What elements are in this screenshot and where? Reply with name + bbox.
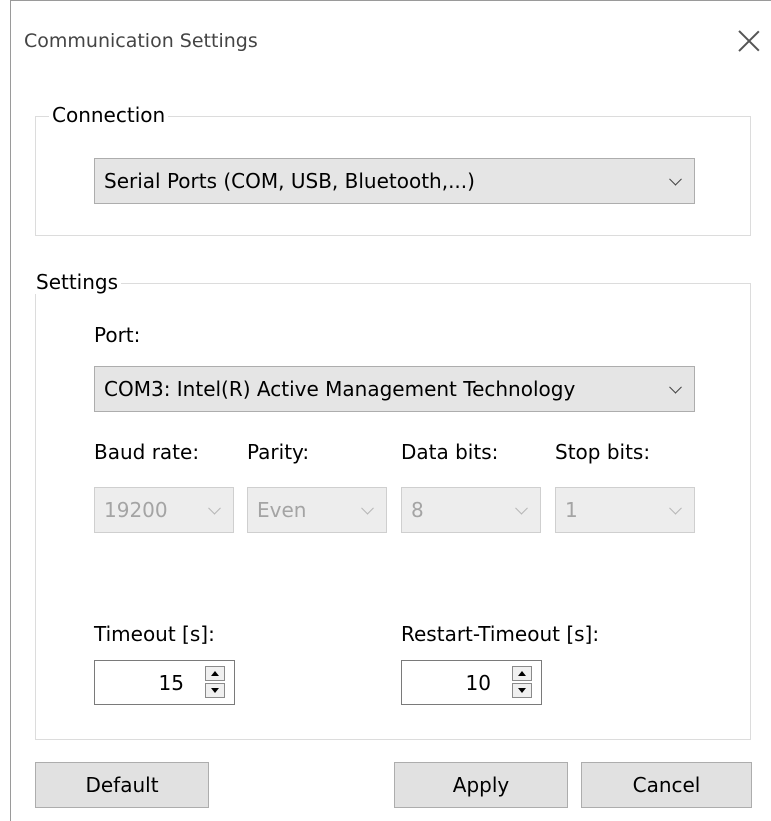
spin-up-icon[interactable] [205,666,225,681]
spin-down-icon[interactable] [512,683,532,698]
default-button[interactable]: Default [35,762,209,808]
stop-bits-value: 1 [565,498,578,522]
baud-rate-value: 19200 [104,498,168,522]
restart-timeout-stepper[interactable]: 10 [401,660,542,705]
restart-timeout-stepper-buttons [512,666,534,700]
apply-button[interactable]: Apply [394,762,568,808]
data-bits-value: 8 [411,498,424,522]
chevron-down-icon [515,501,528,515]
data-bits-select[interactable]: 8 [401,487,541,533]
parity-label: Parity: [247,440,310,464]
communication-settings-dialog: Communication Settings Connection Serial… [0,0,771,821]
port-label: Port: [94,323,141,347]
apply-button-label: Apply [452,773,510,797]
chevron-down-icon [669,380,682,394]
default-button-label: Default [85,773,159,797]
chevron-down-icon [361,501,374,515]
dialog-title: Communication Settings [24,30,258,52]
port-select[interactable]: COM3: Intel(R) Active Management Technol… [94,366,695,412]
chevron-down-icon [669,172,682,186]
parity-select[interactable]: Even [247,487,387,533]
settings-group-label: Settings [33,270,122,294]
spin-up-icon[interactable] [512,666,532,681]
parity-value: Even [257,498,307,522]
stop-bits-label: Stop bits: [555,440,651,464]
connection-type-value: Serial Ports (COM, USB, Bluetooth,...) [104,169,475,193]
restart-timeout-value: 10 [465,670,491,695]
stop-bits-select[interactable]: 1 [555,487,695,533]
spin-down-icon[interactable] [205,683,225,698]
port-value: COM3: Intel(R) Active Management Technol… [104,377,576,401]
timeout-stepper-buttons [205,666,227,700]
baud-rate-select[interactable]: 19200 [94,487,234,533]
connection-group-label: Connection [49,103,169,127]
timeout-stepper[interactable]: 15 [94,660,235,705]
restart-timeout-label: Restart-Timeout [s]: [401,622,600,646]
chevron-down-icon [208,501,221,515]
close-icon[interactable] [735,27,763,55]
timeout-value: 15 [158,670,184,695]
connection-type-select[interactable]: Serial Ports (COM, USB, Bluetooth,...) [94,158,695,204]
baud-rate-label: Baud rate: [94,440,200,464]
chevron-down-icon [669,501,682,515]
window-border [10,0,11,821]
cancel-button[interactable]: Cancel [581,762,752,808]
timeout-label: Timeout [s]: [94,622,215,646]
cancel-button-label: Cancel [632,773,701,797]
window-border [10,0,771,1]
data-bits-label: Data bits: [401,440,499,464]
